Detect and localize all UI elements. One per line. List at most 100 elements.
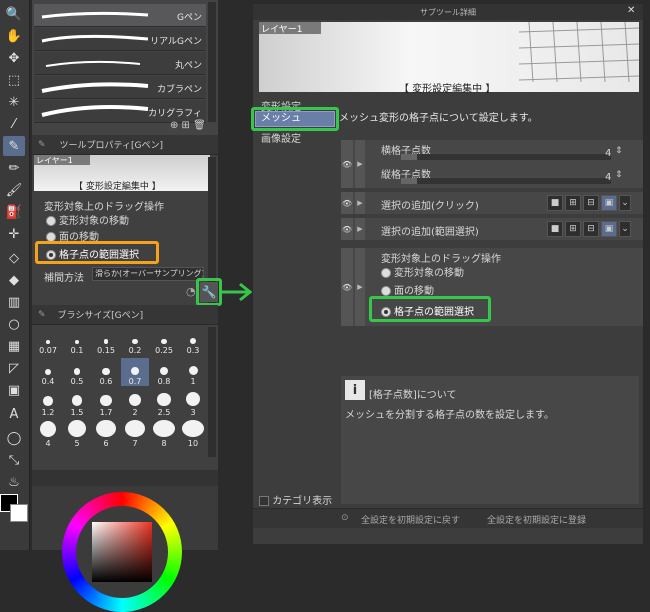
brush-size-cell[interactable]: 4 xyxy=(34,420,62,448)
category-toggle[interactable]: カテゴリ表示 xyxy=(259,492,332,507)
brush-item[interactable]: Gペン xyxy=(34,4,206,27)
checkbox[interactable] xyxy=(259,496,269,506)
brush-size-cell[interactable]: 1.7 xyxy=(92,389,120,417)
brush-size-cell[interactable]: 8 xyxy=(150,420,178,448)
add-range-row: 👁 ▶ 選択の追加(範囲選択) ■ ⊞ ⊟ ▣ ⌄ xyxy=(341,218,643,240)
fill-icon[interactable]: ◆ xyxy=(3,270,25,290)
close-button[interactable]: ✕ xyxy=(627,5,635,16)
subtract-selection-icon[interactable]: ⊟ xyxy=(583,195,599,211)
subtract-selection-icon[interactable]: ⊟ xyxy=(583,221,599,237)
brush-size-cell[interactable]: 3 xyxy=(179,389,207,417)
text-icon[interactable]: A xyxy=(3,404,25,424)
eye-icon[interactable]: 👁 xyxy=(341,140,353,188)
brush-size-cell[interactable]: 2 xyxy=(121,389,149,417)
brush-size-cell[interactable]: 5 xyxy=(63,420,91,448)
marquee-icon[interactable]: ⬚ xyxy=(3,70,25,90)
gradient-icon[interactable]: ▥ xyxy=(3,292,25,312)
decoration-icon[interactable]: ✛ xyxy=(3,224,25,244)
brush-size-cell[interactable]: 1.5 xyxy=(63,389,91,417)
chevron-down-icon[interactable]: ⌄ xyxy=(619,221,631,237)
chevron-down-icon[interactable]: ⌄ xyxy=(619,195,631,211)
brush-size-cell[interactable]: 1.2 xyxy=(34,389,62,417)
option-face[interactable]: 面の移動 xyxy=(381,282,434,297)
brush-list-scrollbar[interactable] xyxy=(208,2,216,122)
brush-size-cell[interactable]: 1 xyxy=(179,358,207,386)
option-move[interactable]: 変形対象の移動 xyxy=(46,212,129,227)
pen-icon[interactable]: ✎ xyxy=(3,136,25,156)
info-panel: i [格子点数]について メッシュを分割する格子点の数を設定します。 xyxy=(341,376,639,504)
add-selection-icon[interactable]: ⊞ xyxy=(565,221,581,237)
brush-size-cell[interactable]: 0.8 xyxy=(150,358,178,386)
color-wheel[interactable] xyxy=(62,492,182,612)
pencil-icon[interactable]: ✏ xyxy=(3,158,25,178)
brush-item[interactable]: カブラペン xyxy=(34,76,206,99)
move-icon[interactable]: ✥ xyxy=(3,48,25,68)
new-selection-icon[interactable]: ■ xyxy=(547,195,563,211)
brush-size-scrollbar[interactable] xyxy=(208,327,216,457)
brush-size-label: 10 xyxy=(187,439,199,448)
drag-operation-label: 変形対象上のドラッグ操作 xyxy=(44,202,164,213)
h-grid-slider[interactable] xyxy=(401,154,611,160)
color-panel-tabs[interactable] xyxy=(32,470,218,486)
brush-size-cell[interactable]: 0.25 xyxy=(150,327,178,355)
magic-wand-icon[interactable]: ✳ xyxy=(3,92,25,112)
eye-icon[interactable]: 👁 xyxy=(341,218,353,240)
brush-size-cell[interactable]: 10 xyxy=(179,420,207,448)
brush-size-cell[interactable]: 6 xyxy=(92,420,120,448)
brush-size-cell[interactable]: 0.5 xyxy=(63,358,91,386)
reset-defaults-button[interactable]: 全設定を初期設定に戻す xyxy=(361,513,460,526)
brush-size-cell[interactable]: 0.2 xyxy=(121,327,149,355)
eyedropper-icon[interactable]: ⁄ xyxy=(3,114,25,134)
eye-icon[interactable]: 👁 xyxy=(341,248,353,326)
zoom-icon[interactable]: 🔍 xyxy=(3,4,25,24)
v-grid-slider[interactable] xyxy=(401,178,611,184)
brush-size-header: ✎ ブラシサイズ[Gペン] xyxy=(32,305,218,325)
brush-icon[interactable]: 🖌 xyxy=(3,180,25,200)
expand-icon[interactable]: ▶ xyxy=(355,248,365,326)
brush-size-cell[interactable]: 0.07 xyxy=(34,327,62,355)
eraser-icon[interactable]: ◇ xyxy=(3,248,25,268)
brush-item[interactable]: リアルGペン xyxy=(34,28,206,51)
new-selection-icon[interactable]: ■ xyxy=(547,221,563,237)
stepper-icon[interactable]: ⇕ xyxy=(615,146,623,156)
add-selection-icon[interactable]: ⊞ xyxy=(565,195,581,211)
brush-list-actions[interactable]: ⊕ ⊞ 🗑 xyxy=(170,120,206,131)
brush-size-cell[interactable]: 0.4 xyxy=(34,358,62,386)
grid-count-row: 👁 ▶ 横格子点数 4 ⇕ 縦格子点数 4 ⇕ xyxy=(341,140,643,188)
radio-icon xyxy=(381,268,391,278)
brush-size-cell[interactable]: 7 xyxy=(121,420,149,448)
reset-icon[interactable]: ◔ xyxy=(186,285,196,298)
sub-color-swatch[interactable] xyxy=(10,504,28,522)
shape-icon[interactable]: ○ xyxy=(3,314,25,334)
brush-size-cell[interactable]: 0.1 xyxy=(63,327,91,355)
brush-item[interactable]: 丸ペン xyxy=(34,52,206,75)
category-image[interactable]: 画像設定 xyxy=(261,130,301,145)
brush-size-label: 0.8 xyxy=(157,377,171,386)
brush-size-cell[interactable]: 2.5 xyxy=(150,389,178,417)
interpolation-select[interactable]: 滑らか(オーバーサンプリング) xyxy=(92,267,204,281)
expand-icon[interactable]: ▶ xyxy=(355,192,365,214)
airbrush-icon[interactable]: ⛽ xyxy=(3,202,25,222)
stepper-icon[interactable]: ⇕ xyxy=(615,170,623,180)
ruler-icon[interactable]: ◸ xyxy=(3,358,25,378)
toggle-selection-icon[interactable]: ▣ xyxy=(601,221,617,237)
expand-icon[interactable]: ▶ xyxy=(355,140,365,188)
expand-icon[interactable]: ▶ xyxy=(355,218,365,240)
preview-layer-label: レイヤー1 xyxy=(34,155,90,165)
category-toggle-label: カテゴリ表示 xyxy=(272,496,333,507)
brush-size-cell[interactable]: 0.15 xyxy=(92,327,120,355)
brush-size-cell[interactable]: 0.3 xyxy=(179,327,207,355)
frame-icon[interactable]: ▦ xyxy=(3,336,25,356)
correction-icon[interactable]: ⤡ xyxy=(3,450,25,470)
option-move-label: 変形対象の移動 xyxy=(394,268,464,279)
brush-size-cell[interactable]: 0.7 xyxy=(121,358,149,386)
brush-size-cell[interactable]: 0.6 xyxy=(92,358,120,386)
toggle-selection-icon[interactable]: ▣ xyxy=(601,195,617,211)
hand-icon[interactable]: ✋ xyxy=(3,26,25,46)
operation-icon[interactable]: ▣ xyxy=(3,380,25,400)
eye-icon[interactable]: 👁 xyxy=(341,192,353,214)
balloon-icon[interactable]: ◯ xyxy=(3,428,25,448)
option-move[interactable]: 変形対象の移動 xyxy=(381,264,464,279)
save-defaults-button[interactable]: 全設定を初期設定に登録 xyxy=(487,513,586,526)
blend-icon[interactable]: ♨ xyxy=(3,472,25,492)
